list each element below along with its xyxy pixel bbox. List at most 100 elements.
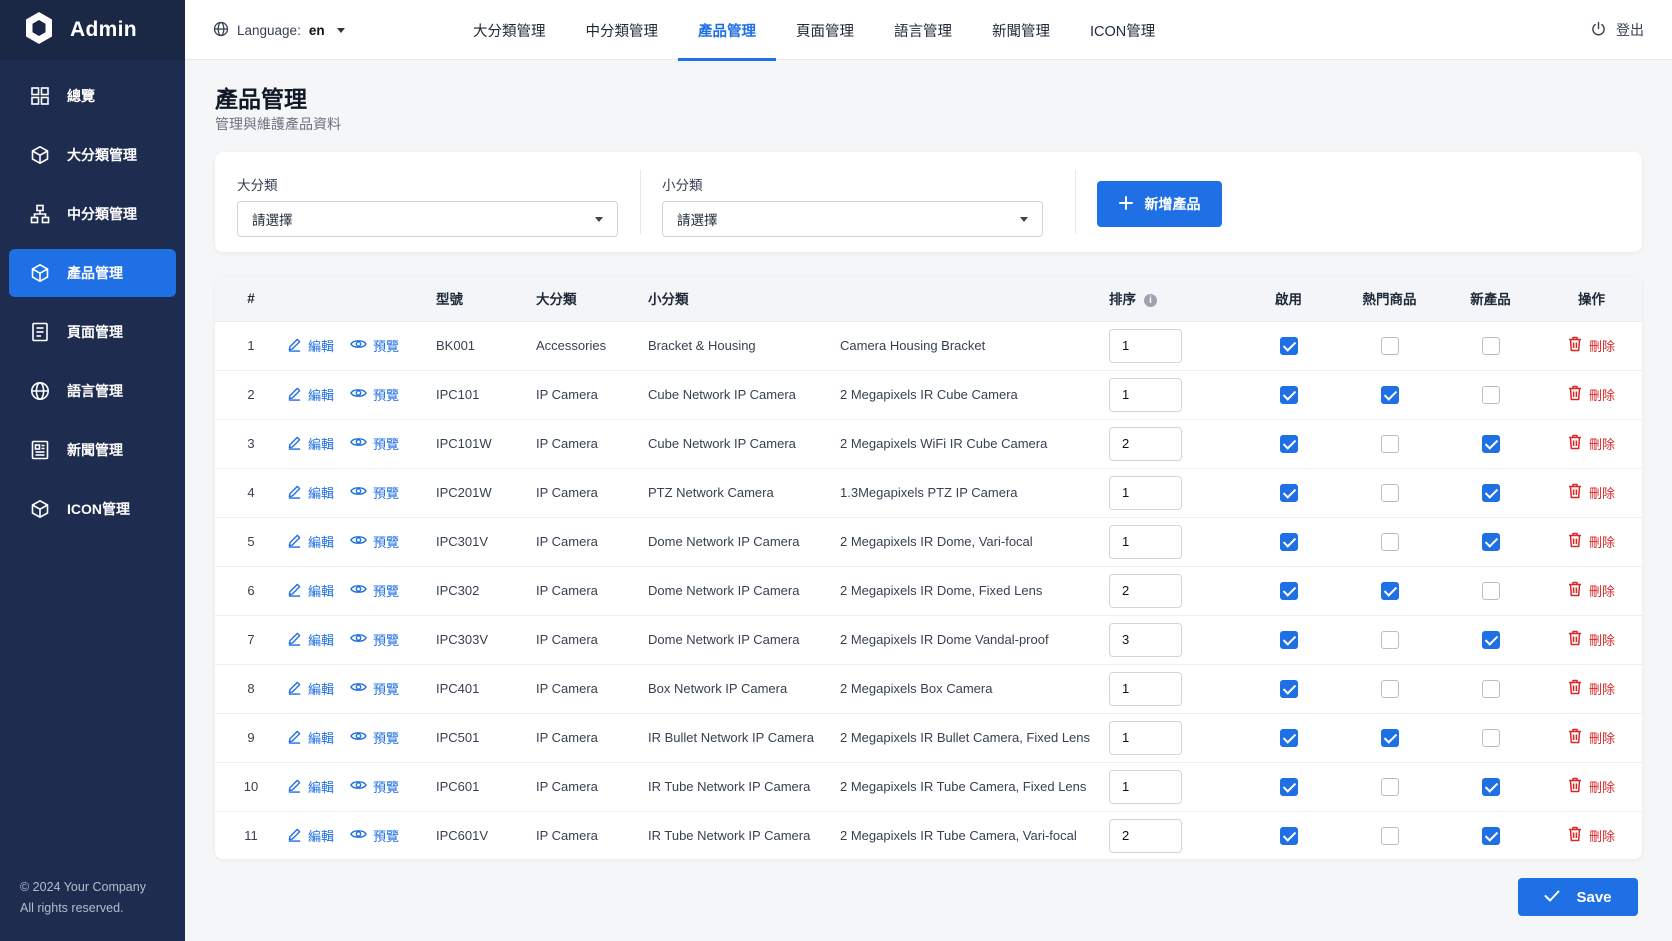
preview-link[interactable]: 預覽 <box>350 728 399 747</box>
new-checkbox[interactable] <box>1481 434 1500 453</box>
preview-link[interactable]: 預覽 <box>350 581 399 600</box>
order-input[interactable]: 1 <box>1109 671 1182 706</box>
sidebar-item-7[interactable]: ICON管理 <box>9 485 176 533</box>
sidebar-item-3[interactable]: 產品管理 <box>9 249 176 297</box>
order-input[interactable]: 1 <box>1109 720 1182 755</box>
tab-6[interactable]: ICON管理 <box>1070 0 1175 60</box>
new-checkbox[interactable] <box>1481 826 1500 845</box>
delete-button[interactable]: 刪除 <box>1568 679 1615 698</box>
preview-link[interactable]: 預覽 <box>350 385 399 404</box>
logout-button[interactable]: 登出 <box>1591 0 1644 60</box>
order-input[interactable]: 3 <box>1109 622 1182 657</box>
preview-link[interactable]: 預覽 <box>350 336 399 355</box>
hot-checkbox[interactable] <box>1380 581 1399 600</box>
order-input[interactable]: 2 <box>1109 573 1182 608</box>
preview-link[interactable]: 預覽 <box>350 434 399 453</box>
hot-checkbox[interactable] <box>1380 483 1399 502</box>
hot-checkbox[interactable] <box>1380 728 1399 747</box>
hot-checkbox[interactable] <box>1380 434 1399 453</box>
new-checkbox[interactable] <box>1481 483 1500 502</box>
tab-3[interactable]: 頁面管理 <box>776 0 874 60</box>
order-input[interactable]: 1 <box>1109 524 1182 559</box>
enabled-checkbox[interactable] <box>1279 826 1298 845</box>
order-input[interactable]: 1 <box>1109 377 1182 412</box>
category-select[interactable]: 請選擇 <box>237 201 618 237</box>
hot-checkbox[interactable] <box>1380 385 1399 404</box>
new-checkbox[interactable] <box>1481 532 1500 551</box>
edit-link[interactable]: 編輯 <box>287 630 334 649</box>
order-input[interactable]: 1 <box>1109 328 1182 363</box>
delete-button[interactable]: 刪除 <box>1568 385 1615 404</box>
info-icon[interactable]: i <box>1144 294 1157 308</box>
new-checkbox[interactable] <box>1481 728 1500 747</box>
hot-checkbox[interactable] <box>1380 826 1399 845</box>
edit-link[interactable]: 編輯 <box>287 728 334 747</box>
enabled-checkbox[interactable] <box>1279 630 1298 649</box>
sidebar-item-4[interactable]: 頁面管理 <box>9 308 176 356</box>
delete-button[interactable]: 刪除 <box>1568 532 1615 551</box>
edit-link[interactable]: 編輯 <box>287 434 334 453</box>
enabled-checkbox[interactable] <box>1279 385 1298 404</box>
delete-button[interactable]: 刪除 <box>1568 826 1615 845</box>
order-input[interactable]: 1 <box>1109 769 1182 804</box>
new-checkbox[interactable] <box>1481 581 1500 600</box>
delete-button[interactable]: 刪除 <box>1568 630 1615 649</box>
sidebar-item-1[interactable]: 大分類管理 <box>9 131 176 179</box>
hot-checkbox[interactable] <box>1380 630 1399 649</box>
sidebar-item-6[interactable]: 新聞管理 <box>9 426 176 474</box>
preview-link[interactable]: 預覽 <box>350 826 399 845</box>
enabled-checkbox[interactable] <box>1279 434 1298 453</box>
tab-5[interactable]: 新聞管理 <box>972 0 1070 60</box>
edit-link[interactable]: 編輯 <box>287 336 334 355</box>
enabled-checkbox[interactable] <box>1279 728 1298 747</box>
save-button[interactable]: Save <box>1518 878 1638 916</box>
order-input[interactable]: 2 <box>1109 426 1182 461</box>
hot-checkbox[interactable] <box>1380 336 1399 355</box>
new-checkbox[interactable] <box>1481 630 1500 649</box>
delete-button[interactable]: 刪除 <box>1568 483 1615 502</box>
new-checkbox[interactable] <box>1481 336 1500 355</box>
enabled-checkbox[interactable] <box>1279 581 1298 600</box>
edit-link[interactable]: 編輯 <box>287 385 334 404</box>
edit-link[interactable]: 編輯 <box>287 679 334 698</box>
sidebar-item-label: 產品管理 <box>67 265 123 281</box>
subcategory-select[interactable]: 請選擇 <box>662 201 1043 237</box>
delete-button[interactable]: 刪除 <box>1568 336 1615 355</box>
preview-link[interactable]: 預覽 <box>350 532 399 551</box>
delete-button[interactable]: 刪除 <box>1568 777 1615 796</box>
edit-link[interactable]: 編輯 <box>287 483 334 502</box>
tab-1[interactable]: 中分類管理 <box>566 0 679 60</box>
language-selector[interactable]: Language: en <box>213 0 345 60</box>
enabled-checkbox[interactable] <box>1279 483 1298 502</box>
hot-checkbox[interactable] <box>1380 679 1399 698</box>
enabled-checkbox[interactable] <box>1279 336 1298 355</box>
preview-link[interactable]: 預覽 <box>350 483 399 502</box>
enabled-checkbox[interactable] <box>1279 777 1298 796</box>
new-checkbox[interactable] <box>1481 679 1500 698</box>
new-checkbox[interactable] <box>1481 777 1500 796</box>
preview-link[interactable]: 預覽 <box>350 630 399 649</box>
sidebar-item-0[interactable]: 總覽 <box>9 72 176 120</box>
preview-link[interactable]: 預覽 <box>350 777 399 796</box>
sidebar-item-2[interactable]: 中分類管理 <box>9 190 176 238</box>
order-input[interactable]: 2 <box>1109 818 1182 853</box>
edit-link[interactable]: 編輯 <box>287 826 334 845</box>
order-input[interactable]: 1 <box>1109 475 1182 510</box>
new-checkbox[interactable] <box>1481 385 1500 404</box>
hot-checkbox[interactable] <box>1380 532 1399 551</box>
sidebar-item-5[interactable]: 語言管理 <box>9 367 176 415</box>
tab-4[interactable]: 語言管理 <box>874 0 972 60</box>
tab-0[interactable]: 大分類管理 <box>453 0 566 60</box>
edit-link[interactable]: 編輯 <box>287 581 334 600</box>
delete-button[interactable]: 刪除 <box>1568 728 1615 747</box>
enabled-checkbox[interactable] <box>1279 532 1298 551</box>
add-product-button[interactable]: 新增產品 <box>1097 181 1222 227</box>
hot-checkbox[interactable] <box>1380 777 1399 796</box>
delete-button[interactable]: 刪除 <box>1568 581 1615 600</box>
delete-button[interactable]: 刪除 <box>1568 434 1615 453</box>
tab-2[interactable]: 產品管理 <box>678 0 776 61</box>
enabled-checkbox[interactable] <box>1279 679 1298 698</box>
preview-link[interactable]: 預覽 <box>350 679 399 698</box>
edit-link[interactable]: 編輯 <box>287 532 334 551</box>
edit-link[interactable]: 編輯 <box>287 777 334 796</box>
